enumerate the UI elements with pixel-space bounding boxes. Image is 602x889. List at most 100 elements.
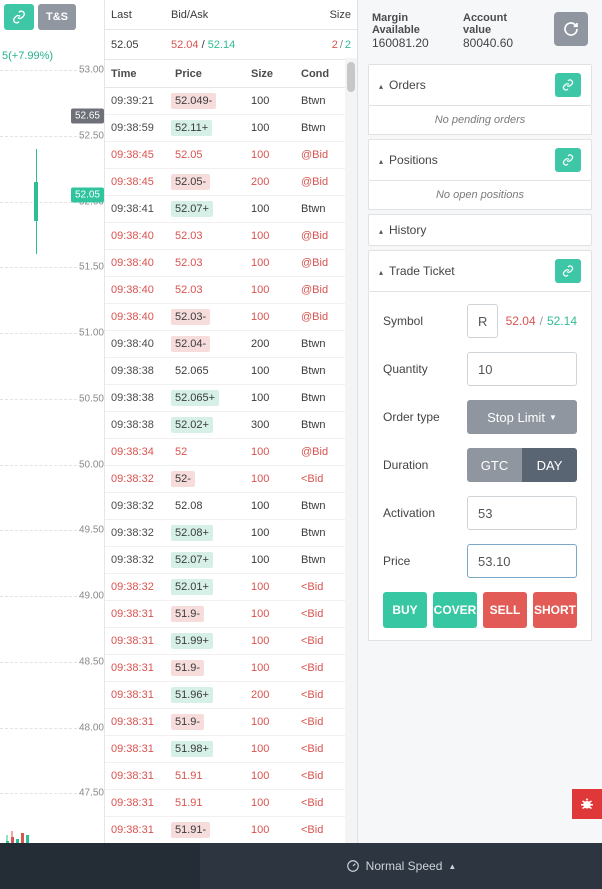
y-tick: 50.00	[79, 459, 104, 470]
ts-size: 100	[251, 500, 301, 512]
ts-row: 09:38:3151.96+200<Bid	[105, 682, 357, 709]
ts-row: 09:38:3252-100<Bid	[105, 466, 357, 493]
ts-cond: <Bid	[301, 824, 351, 836]
ts-price: 52.04-	[171, 336, 210, 352]
ts-cond: Btwn	[301, 122, 351, 134]
ts-row: 09:38:3151.99+100<Bid	[105, 628, 357, 655]
ts-price: 52.01+	[171, 579, 213, 595]
ts-cond: Btwn	[301, 527, 351, 539]
ts-size: 100	[251, 446, 301, 458]
ts-time: 09:38:41	[111, 203, 171, 215]
ts-row: 09:38:4052.03100@Bid	[105, 250, 357, 277]
size-label: Size	[301, 9, 351, 21]
ts-price: 52.03	[171, 282, 207, 298]
footer: Normal Speed▲	[0, 843, 602, 889]
ts-cond: @Bid	[301, 311, 351, 323]
quantity-input[interactable]	[467, 352, 577, 386]
ts-time: 09:38:40	[111, 257, 171, 269]
ts-cond: @Bid	[301, 257, 351, 269]
sell-button[interactable]: SELL	[483, 592, 527, 628]
bug-report-button[interactable]	[572, 789, 602, 819]
ts-price: 52.08	[171, 498, 207, 514]
ts-size: 100	[251, 284, 301, 296]
ts-cond: @Bid	[301, 446, 351, 458]
duration-gtc[interactable]: GTC	[467, 448, 522, 482]
ts-size: 100	[251, 662, 301, 674]
duration-toggle[interactable]: GTC DAY	[467, 448, 577, 482]
orders-header[interactable]: ▴Orders	[368, 64, 592, 106]
ts-row: 09:38:3151.91100<Bid	[105, 790, 357, 817]
ts-row: 09:38:3452100@Bid	[105, 439, 357, 466]
ts-time: 09:38:40	[111, 230, 171, 242]
ts-row: 09:38:3151.9-100<Bid	[105, 601, 357, 628]
ts-cond: <Bid	[301, 689, 351, 701]
account-value: 80040.60	[463, 36, 534, 50]
margin-label: Margin Available	[372, 12, 443, 36]
positions-link-button[interactable]	[555, 148, 581, 172]
orders-link-button[interactable]	[555, 73, 581, 97]
short-button[interactable]: SHORT	[533, 592, 577, 628]
buy-button[interactable]: BUY	[383, 592, 427, 628]
ts-price: 52.05	[171, 147, 207, 163]
ts-row: 09:38:4152.07+100Btwn	[105, 196, 357, 223]
ts-cond: Btwn	[301, 419, 351, 431]
price-input[interactable]	[467, 544, 577, 578]
ts-size: 300	[251, 419, 301, 431]
ts-size: 100	[251, 392, 301, 404]
cover-button[interactable]: COVER	[433, 592, 477, 628]
ordertype-dropdown[interactable]: Stop Limit▼	[467, 400, 577, 434]
ts-row: 09:38:3852.065100Btwn	[105, 358, 357, 385]
ts-size: 100	[251, 365, 301, 377]
ts-price: 52.03-	[171, 309, 210, 325]
ts-cond: Btwn	[301, 365, 351, 377]
ticket-header[interactable]: ▴Trade Ticket	[368, 250, 592, 292]
ts-time: 09:38:32	[111, 554, 171, 566]
ts-price: 52.07+	[171, 552, 213, 568]
price-marker-last: 52.05	[71, 187, 104, 202]
positions-header[interactable]: ▴Positions	[368, 139, 592, 181]
ts-size: 100	[251, 635, 301, 647]
account-value-label: Account value	[463, 12, 534, 36]
trade-ticket: Symbol 52.04/52.14 Quantity Order type S…	[368, 292, 592, 641]
ts-cond: Btwn	[301, 500, 351, 512]
ts-row: 09:38:3852.065+100Btwn	[105, 385, 357, 412]
symbol-input[interactable]	[467, 304, 498, 338]
ts-size: 100	[251, 311, 301, 323]
ts-price: 52.11+	[171, 120, 212, 136]
duration-day[interactable]: DAY	[522, 448, 577, 482]
ts-size: 100	[251, 554, 301, 566]
ts-summary-row: Last Bid/Ask Size	[105, 0, 357, 30]
ts-scrollbar[interactable]	[345, 58, 357, 889]
ts-cond: @Bid	[301, 149, 351, 161]
ts-size: 100	[251, 581, 301, 593]
activation-input[interactable]	[467, 496, 577, 530]
ts-cond: Btwn	[301, 338, 351, 350]
ts-toggle-button[interactable]: T&S	[38, 4, 76, 30]
ts-price: 51.99+	[171, 633, 213, 649]
duration-label: Duration	[383, 458, 467, 472]
speed-control[interactable]: Normal Speed▲	[200, 843, 602, 889]
ts-price: 51.9-	[171, 714, 204, 730]
ts-size: 100	[251, 608, 301, 620]
ts-cond: Btwn	[301, 392, 351, 404]
refresh-button[interactable]	[554, 12, 588, 46]
bidask-label: Bid/Ask	[171, 9, 251, 21]
y-tick: 51.00	[79, 328, 104, 339]
ts-row: 09:38:3151.91-100<Bid	[105, 817, 357, 844]
ticket-link-button[interactable]	[555, 259, 581, 283]
ts-price: 51.9-	[171, 606, 204, 622]
chart-link-button[interactable]	[4, 4, 34, 30]
last-value: 52.05	[111, 39, 171, 51]
ts-size: 100	[251, 527, 301, 539]
y-tick: 51.50	[79, 262, 104, 273]
ts-row: 09:38:3151.9-100<Bid	[105, 709, 357, 736]
ts-size: 100	[251, 473, 301, 485]
ts-row: 09:38:4552.05-200@Bid	[105, 169, 357, 196]
ts-price: 52.065+	[171, 390, 219, 406]
history-header[interactable]: ▴History	[368, 214, 592, 246]
ts-price: 51.91	[171, 768, 207, 784]
margin-value: 160081.20	[372, 36, 443, 50]
ts-time: 09:38:40	[111, 311, 171, 323]
ts-size: 100	[251, 257, 301, 269]
symbol-label: Symbol	[383, 314, 467, 328]
